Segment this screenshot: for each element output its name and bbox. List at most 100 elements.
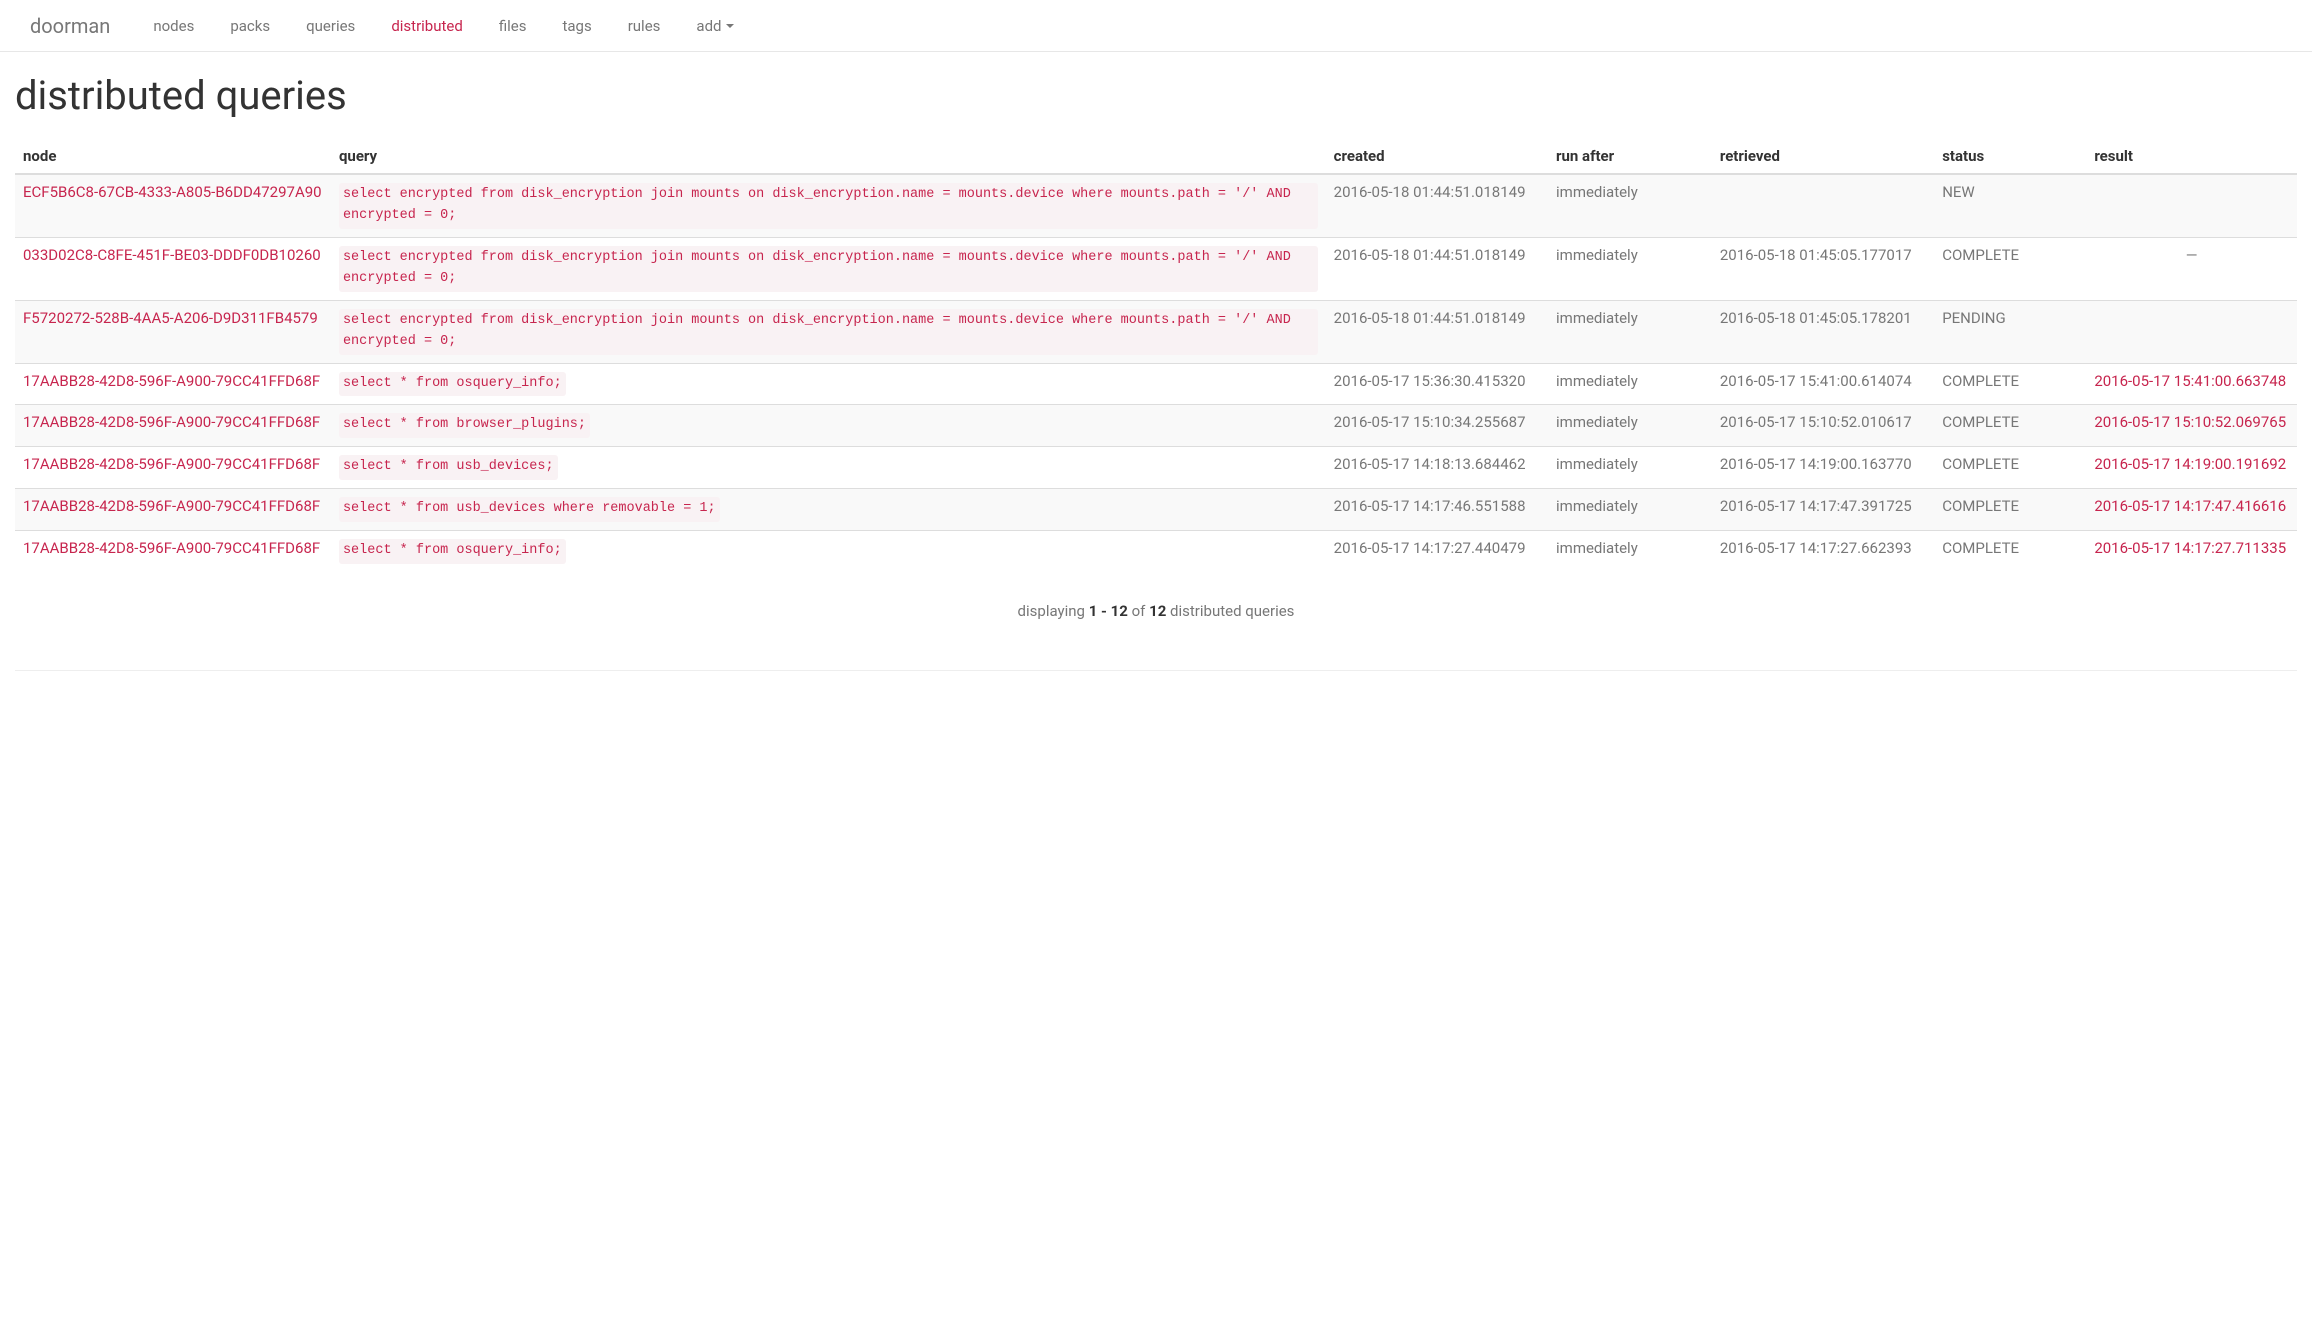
table-row: 17AABB28-42D8-596F-A900-79CC41FFD68F sele… xyxy=(15,489,2297,531)
table-row: 17AABB28-42D8-596F-A900-79CC41FFD68F sele… xyxy=(15,405,2297,447)
table-row: 17AABB28-42D8-596F-A900-79CC41FFD68F sele… xyxy=(15,447,2297,489)
th-status: status xyxy=(1934,139,2086,174)
node-link[interactable]: 17AABB28-42D8-596F-A900-79CC41FFD68F xyxy=(23,413,320,431)
retrieved-cell xyxy=(1712,174,1934,237)
th-created: created xyxy=(1326,139,1548,174)
result-link[interactable]: 2016-05-17 15:10:52.069765 xyxy=(2094,413,2286,431)
th-run-after: run after xyxy=(1548,139,1712,174)
nav-item-distributed[interactable]: distributed xyxy=(373,2,481,50)
result-empty: — xyxy=(2094,246,2289,264)
table-row: F5720272-528B-4AA5-A206-D9D311FB4579 sele… xyxy=(15,300,2297,363)
result-cell: 2016-05-17 14:17:27.711335 xyxy=(2086,531,2297,572)
query-code: select * from usb_devices; xyxy=(339,455,558,480)
queries-table: node query created run after retrieved s… xyxy=(15,139,2297,572)
retrieved-cell: 2016-05-17 15:41:00.614074 xyxy=(1712,363,1934,405)
node-link[interactable]: ECF5B6C8-67CB-4333-A805-B6DD47297A90 xyxy=(23,183,322,201)
table-row: 17AABB28-42D8-596F-A900-79CC41FFD68F sele… xyxy=(15,363,2297,405)
pagination-prefix: displaying xyxy=(1018,602,1089,620)
created-cell: 2016-05-17 14:17:46.551588 xyxy=(1326,489,1548,531)
run-after-cell: immediately xyxy=(1548,237,1712,300)
status-cell: COMPLETE xyxy=(1934,405,2086,447)
retrieved-cell: 2016-05-17 14:17:47.391725 xyxy=(1712,489,1934,531)
nav-item-queries[interactable]: queries xyxy=(288,2,373,50)
result-link[interactable]: 2016-05-17 14:19:00.191692 xyxy=(2094,455,2286,473)
pagination-suffix: distributed queries xyxy=(1166,602,1294,620)
result-link[interactable]: 2016-05-17 14:17:47.416616 xyxy=(2094,497,2286,515)
nav-items: nodespacksqueriesdistributedfilestagsrul… xyxy=(135,2,752,50)
node-link[interactable]: 17AABB28-42D8-596F-A900-79CC41FFD68F xyxy=(23,539,320,557)
query-code: select * from browser_plugins; xyxy=(339,413,590,438)
run-after-cell: immediately xyxy=(1548,447,1712,489)
result-cell: 2016-05-17 14:17:47.416616 xyxy=(2086,489,2297,531)
created-cell: 2016-05-18 01:44:51.018149 xyxy=(1326,174,1548,237)
created-cell: 2016-05-17 14:18:13.684462 xyxy=(1326,447,1548,489)
th-node: node xyxy=(15,139,331,174)
table-row: 033D02C8-C8FE-451F-BE03-DDDF0DB10260 sele… xyxy=(15,237,2297,300)
nav-item-packs[interactable]: packs xyxy=(212,2,288,50)
nav-item-tags[interactable]: tags xyxy=(544,2,609,50)
result-link[interactable]: 2016-05-17 15:41:00.663748 xyxy=(2094,372,2286,390)
retrieved-cell: 2016-05-17 14:17:27.662393 xyxy=(1712,531,1934,572)
brand-link[interactable]: doorman xyxy=(15,0,125,53)
retrieved-cell: 2016-05-17 14:19:00.163770 xyxy=(1712,447,1934,489)
result-cell: 2016-05-17 15:41:00.663748 xyxy=(2086,363,2297,405)
table-body: ECF5B6C8-67CB-4333-A805-B6DD47297A90 sele… xyxy=(15,174,2297,572)
created-cell: 2016-05-17 15:36:30.415320 xyxy=(1326,363,1548,405)
query-code: select encrypted from disk_encryption jo… xyxy=(339,246,1318,292)
created-cell: 2016-05-18 01:44:51.018149 xyxy=(1326,300,1548,363)
run-after-cell: immediately xyxy=(1548,531,1712,572)
run-after-cell: immediately xyxy=(1548,300,1712,363)
result-link[interactable]: 2016-05-17 14:17:27.711335 xyxy=(2094,539,2286,557)
main-container: distributed queries node query created r… xyxy=(0,52,2312,670)
status-cell: COMPLETE xyxy=(1934,237,2086,300)
status-cell: COMPLETE xyxy=(1934,531,2086,572)
created-cell: 2016-05-18 01:44:51.018149 xyxy=(1326,237,1548,300)
pagination-total: 12 xyxy=(1149,602,1166,620)
nav-item-nodes[interactable]: nodes xyxy=(135,2,212,50)
result-cell xyxy=(2086,174,2297,237)
nav-item-rules[interactable]: rules xyxy=(610,2,679,50)
query-code: select encrypted from disk_encryption jo… xyxy=(339,309,1318,355)
run-after-cell: immediately xyxy=(1548,174,1712,237)
created-cell: 2016-05-17 14:17:27.440479 xyxy=(1326,531,1548,572)
page-title: distributed queries xyxy=(15,72,2297,119)
pagination-mid: of xyxy=(1128,602,1149,620)
created-cell: 2016-05-17 15:10:34.255687 xyxy=(1326,405,1548,447)
pagination-text: displaying 1 - 12 of 12 distributed quer… xyxy=(15,592,2297,650)
node-link[interactable]: 17AABB28-42D8-596F-A900-79CC41FFD68F xyxy=(23,455,320,473)
th-result: result xyxy=(2086,139,2297,174)
result-cell xyxy=(2086,300,2297,363)
run-after-cell: immediately xyxy=(1548,489,1712,531)
footer-divider xyxy=(15,670,2297,671)
nav-item-add[interactable]: add xyxy=(678,2,752,50)
status-cell: NEW xyxy=(1934,174,2086,237)
node-link[interactable]: F5720272-528B-4AA5-A206-D9D311FB4579 xyxy=(23,309,318,327)
node-link[interactable]: 033D02C8-C8FE-451F-BE03-DDDF0DB10260 xyxy=(23,246,321,264)
table-row: 17AABB28-42D8-596F-A900-79CC41FFD68F sele… xyxy=(15,531,2297,572)
result-cell: 2016-05-17 14:19:00.191692 xyxy=(2086,447,2297,489)
query-code: select * from osquery_info; xyxy=(339,539,566,564)
status-cell: PENDING xyxy=(1934,300,2086,363)
retrieved-cell: 2016-05-18 01:45:05.177017 xyxy=(1712,237,1934,300)
table-header-row: node query created run after retrieved s… xyxy=(15,139,2297,174)
status-cell: COMPLETE xyxy=(1934,489,2086,531)
nav-item-files[interactable]: files xyxy=(481,2,545,50)
th-query: query xyxy=(331,139,1326,174)
retrieved-cell: 2016-05-17 15:10:52.010617 xyxy=(1712,405,1934,447)
navbar: doorman nodespacksqueriesdistributedfile… xyxy=(0,0,2312,52)
chevron-down-icon xyxy=(726,24,734,28)
pagination-range: 1 - 12 xyxy=(1089,602,1128,620)
th-retrieved: retrieved xyxy=(1712,139,1934,174)
query-code: select encrypted from disk_encryption jo… xyxy=(339,183,1318,229)
retrieved-cell: 2016-05-18 01:45:05.178201 xyxy=(1712,300,1934,363)
table-row: ECF5B6C8-67CB-4333-A805-B6DD47297A90 sele… xyxy=(15,174,2297,237)
query-code: select * from usb_devices where removabl… xyxy=(339,497,720,522)
run-after-cell: immediately xyxy=(1548,363,1712,405)
node-link[interactable]: 17AABB28-42D8-596F-A900-79CC41FFD68F xyxy=(23,372,320,390)
result-cell: 2016-05-17 15:10:52.069765 xyxy=(2086,405,2297,447)
status-cell: COMPLETE xyxy=(1934,363,2086,405)
node-link[interactable]: 17AABB28-42D8-596F-A900-79CC41FFD68F xyxy=(23,497,320,515)
query-code: select * from osquery_info; xyxy=(339,372,566,397)
result-cell: — xyxy=(2086,237,2297,300)
status-cell: COMPLETE xyxy=(1934,447,2086,489)
